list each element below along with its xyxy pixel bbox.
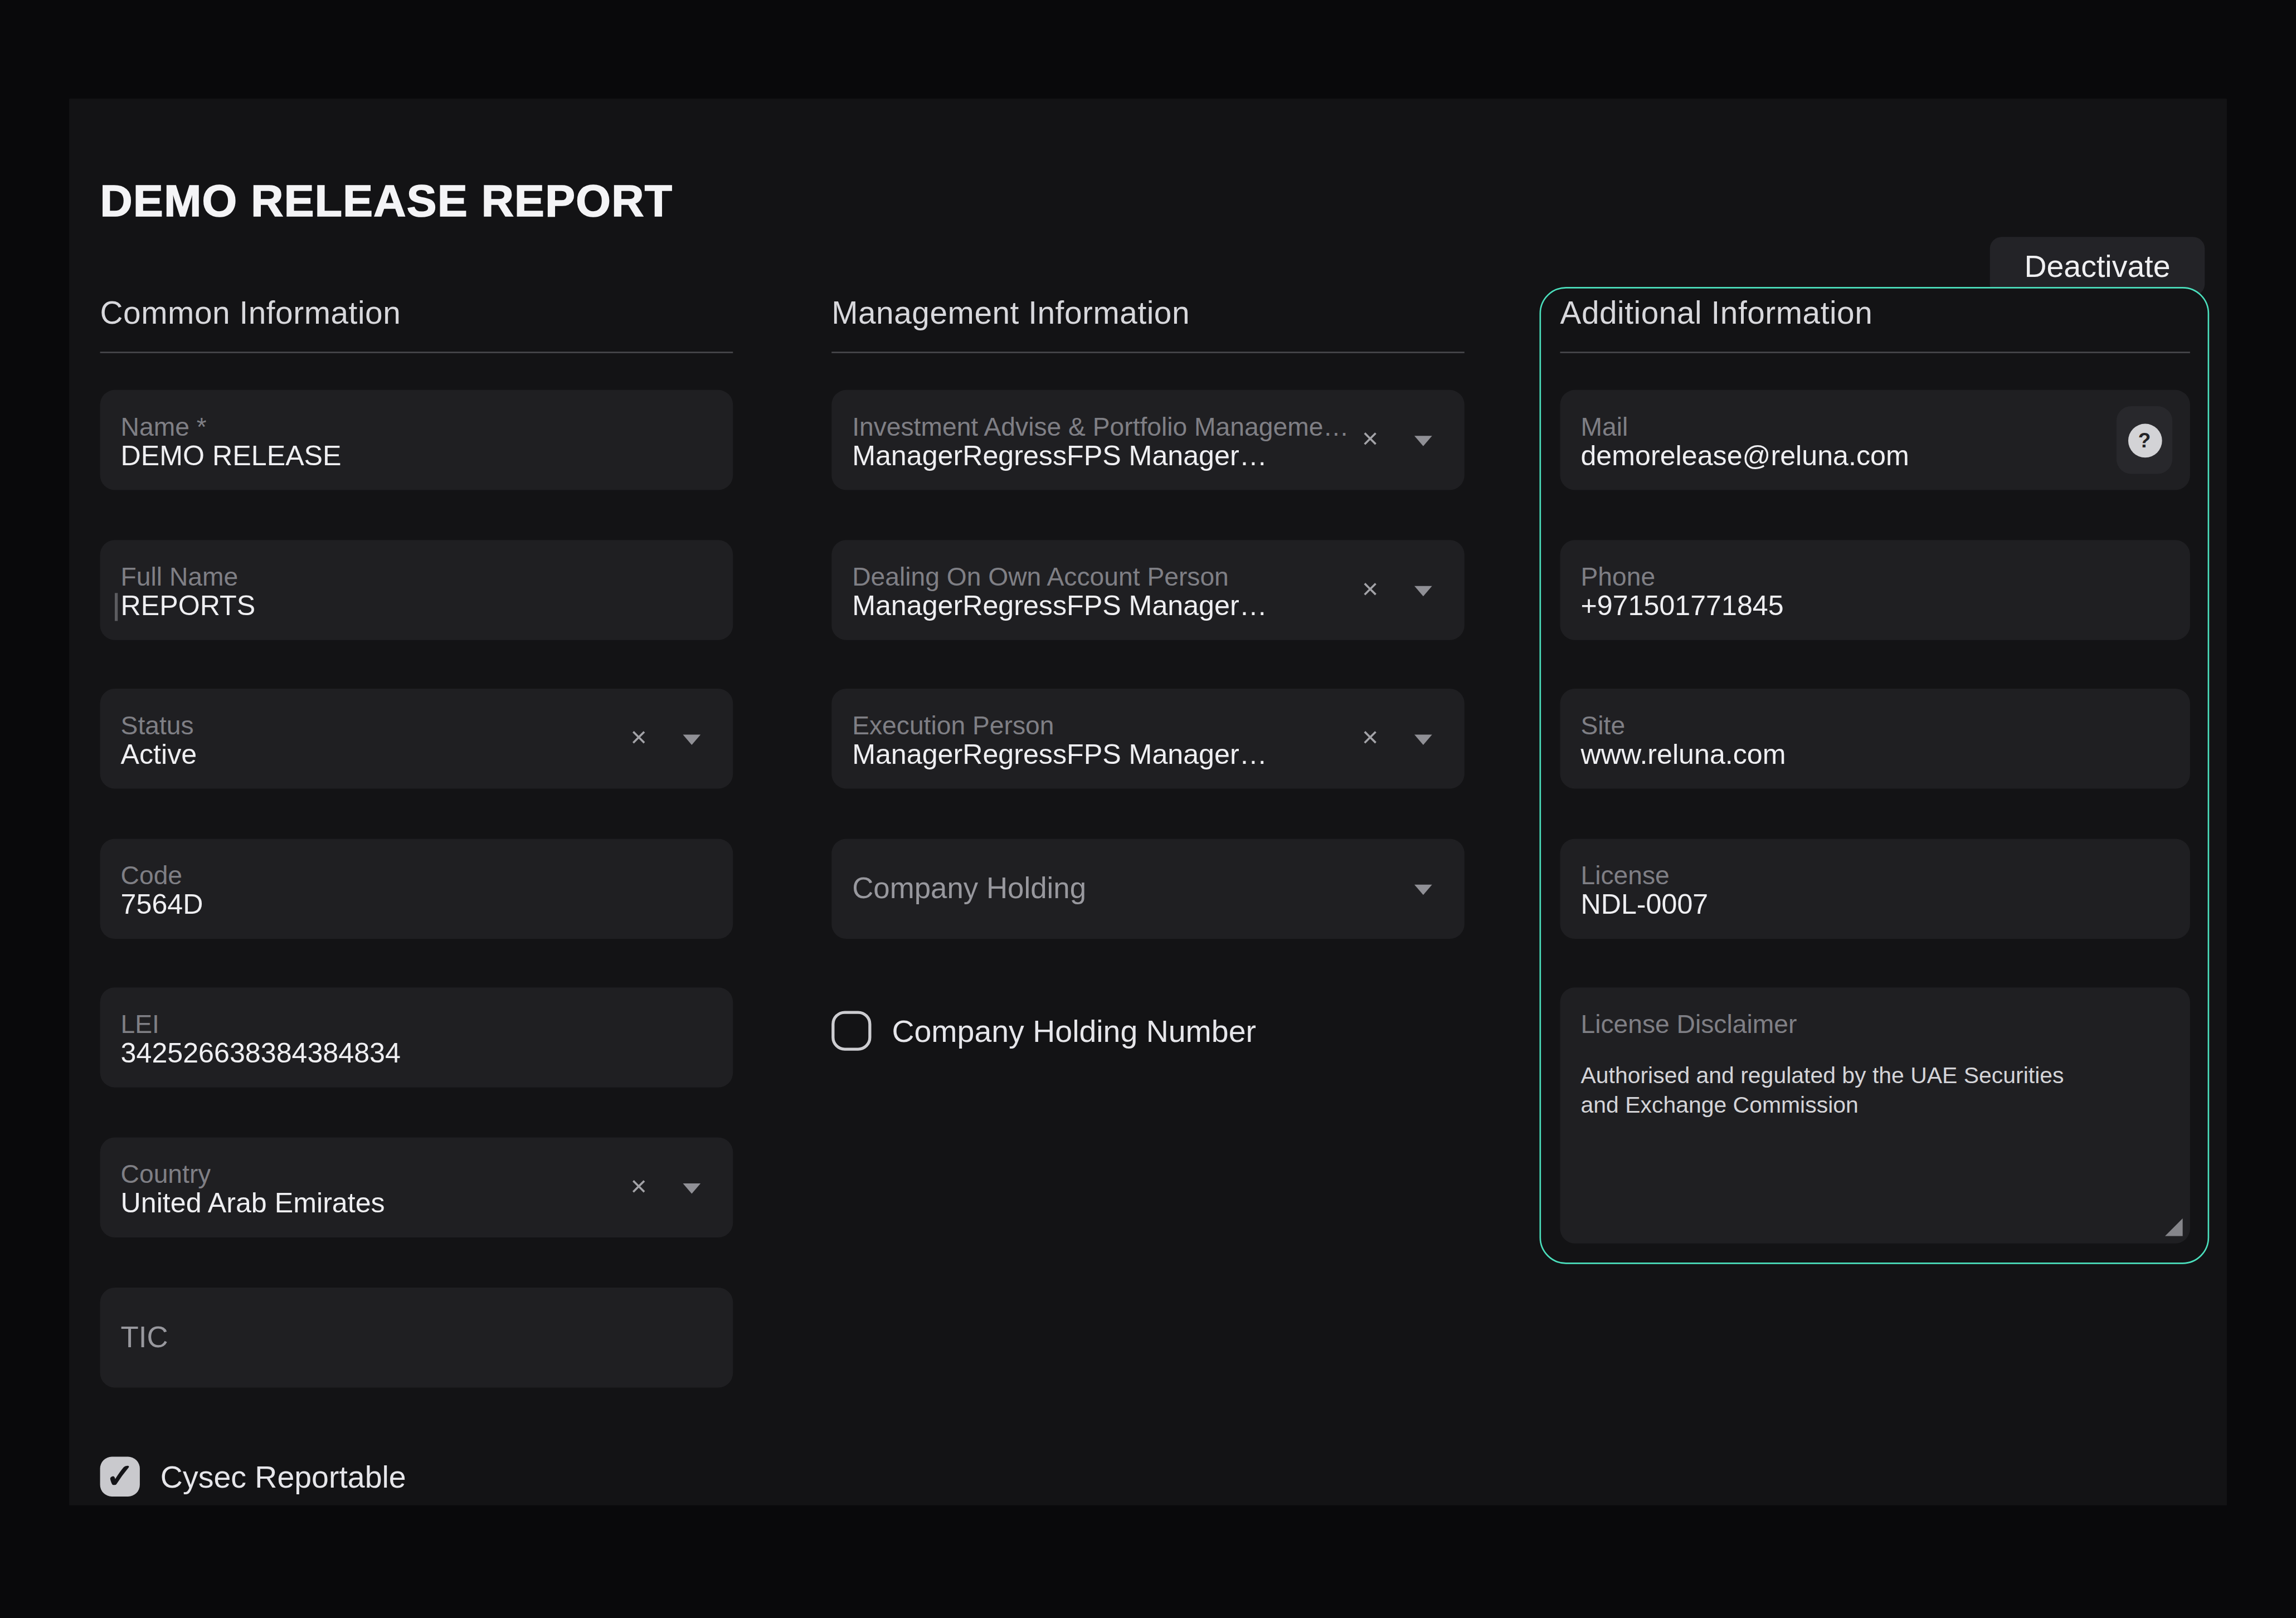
field-dealing-on-own-account-person[interactable]: Dealing On Own Account PersonManagerRegr… (831, 540, 1465, 640)
field-label: License (1580, 861, 1669, 891)
field-label: Country (121, 1159, 211, 1190)
field-company-holding[interactable]: Company Holding (831, 839, 1465, 939)
field-label: Site (1580, 711, 1625, 742)
clear-icon[interactable]: × (1357, 722, 1384, 754)
field-value: 7564D (121, 888, 203, 920)
clear-icon[interactable]: × (1357, 573, 1384, 606)
field-value: Authorised and regulated by the UAE Secu… (1580, 1061, 2095, 1120)
field-status[interactable]: StatusActive × (100, 689, 733, 789)
section-divider (1560, 352, 2190, 353)
field-label: LEI (121, 1010, 159, 1040)
section-title: Common Information (100, 296, 733, 333)
field-placeholder: Company Holding (852, 872, 1086, 906)
field-execution-person[interactable]: Execution PersonManagerRegressFPS Manage… (831, 689, 1465, 789)
section-common-information: Common Information Name *DEMO RELEASEFul… (100, 296, 733, 333)
question-mark-icon: ? (2128, 423, 2162, 457)
clear-icon[interactable]: × (625, 1171, 652, 1203)
field-value: demorelease@reluna.com (1580, 439, 1909, 471)
field-value: 342526638384384834 (121, 1037, 401, 1069)
checkbox-label: Cysec Reportable (160, 1459, 406, 1494)
field-license[interactable]: LicenseNDL-0007 (1560, 839, 2190, 939)
field-label: Dealing On Own Account Person (852, 562, 1229, 593)
field-label: Execution Person (852, 711, 1054, 742)
field-country[interactable]: CountryUnited Arab Emirates × (100, 1138, 733, 1238)
help-button[interactable]: ? (2117, 406, 2172, 474)
clear-icon[interactable]: × (625, 722, 652, 754)
field-value: REPORTS (121, 589, 256, 622)
field-mail[interactable]: Maildemorelease@reluna.com? (1560, 390, 2190, 490)
field-label: Status (121, 711, 194, 742)
field-label: Full Name (121, 562, 239, 593)
chevron-down-icon[interactable] (683, 1183, 701, 1193)
checkbox-cysec-reportable[interactable]: ✓ Cysec Reportable (100, 1457, 406, 1497)
field-label: Investment Advise & Portfolio Manageme… (852, 412, 1349, 442)
field-site[interactable]: Sitewww.reluna.com (1560, 689, 2190, 789)
section-divider (100, 352, 733, 353)
field-value: NDL-0007 (1580, 888, 1708, 920)
field-value: Active (121, 738, 197, 770)
field-tic[interactable]: TIC (100, 1288, 733, 1388)
field-value: www.reluna.com (1580, 738, 1786, 770)
chevron-down-icon[interactable] (1414, 586, 1432, 596)
field-license-disclaimer[interactable]: License Disclaimer Authorised and regulat… (1560, 987, 2190, 1244)
field-label: Mail (1580, 412, 1628, 442)
field-value: ManagerRegressFPS Manager… (852, 738, 1267, 770)
checkbox-label: Company Holding Number (892, 1013, 1256, 1048)
section-title: Management Information (831, 296, 1465, 333)
checkbox-company-holding-number[interactable]: Company Holding Number (831, 1011, 1256, 1050)
clear-icon[interactable]: × (1357, 423, 1384, 455)
page-title: DEMO RELEASE REPORT (100, 175, 673, 226)
field-value: DEMO RELEASE (121, 439, 342, 471)
field-value: United Arab Emirates (121, 1187, 385, 1219)
field-value: +971501771845 (1580, 589, 1783, 622)
field-label: Name * (121, 412, 207, 442)
section-title: Additional Information (1560, 296, 2190, 333)
checkbox-box[interactable]: ✓ (100, 1457, 140, 1497)
field-value: ManagerRegressFPS Manager… (852, 439, 1267, 471)
chevron-down-icon[interactable] (1414, 436, 1432, 446)
page: DEMO RELEASE REPORT Deactivate Common In… (0, 0, 2296, 1618)
field-label: Code (121, 861, 183, 891)
field-code[interactable]: Code7564D (100, 839, 733, 939)
field-investment-advise-portfolio-manageme[interactable]: Investment Advise & Portfolio Manageme…M… (831, 390, 1465, 490)
chevron-down-icon[interactable] (683, 734, 701, 744)
field-full-name[interactable]: Full NameREPORTS (100, 540, 733, 640)
checkbox-box[interactable] (831, 1011, 871, 1050)
field-label: License Disclaimer (1580, 1010, 1797, 1040)
section-additional-information: Additional Information Maildemorelease@r… (1560, 296, 2190, 333)
section-divider (831, 352, 1465, 353)
field-lei[interactable]: LEI342526638384384834 (100, 987, 733, 1088)
field-phone[interactable]: Phone+971501771845 (1560, 540, 2190, 640)
field-placeholder: TIC (121, 1320, 168, 1354)
chevron-down-icon[interactable] (1414, 885, 1432, 895)
section-management-information: Management Information Investment Advise… (831, 296, 1465, 333)
field-name[interactable]: Name *DEMO RELEASE (100, 390, 733, 490)
text-cursor (115, 593, 118, 621)
resize-handle-icon[interactable] (2165, 1219, 2183, 1236)
field-value: ManagerRegressFPS Manager… (852, 589, 1267, 622)
chevron-down-icon[interactable] (1414, 734, 1432, 744)
field-label: Phone (1580, 562, 1655, 593)
